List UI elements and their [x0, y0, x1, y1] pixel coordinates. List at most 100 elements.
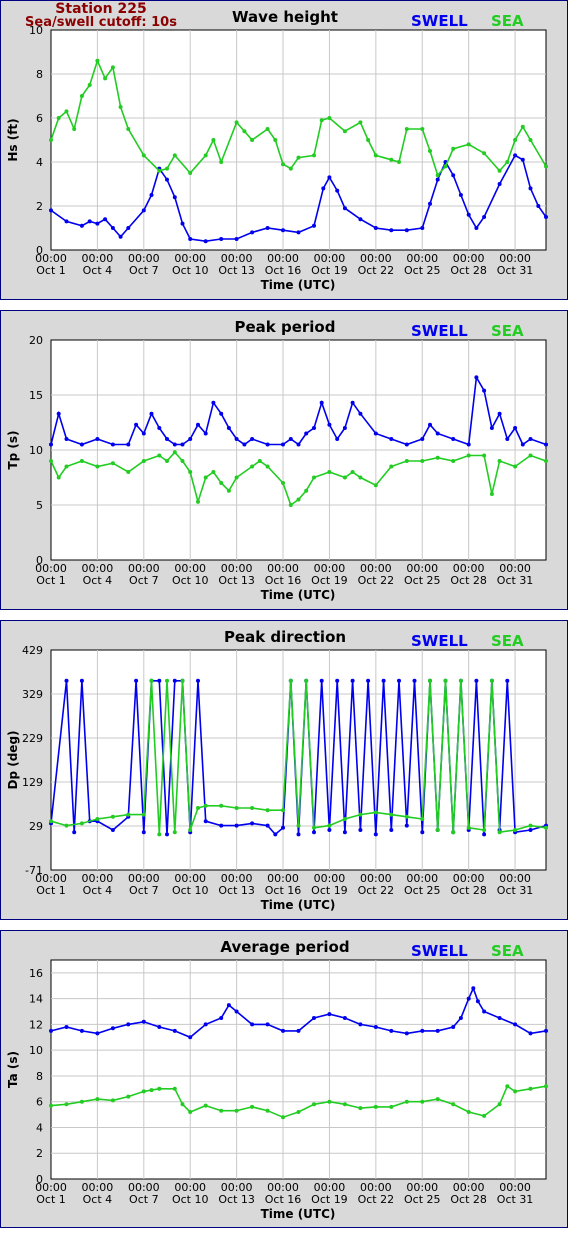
- sea-data-point: [513, 1089, 518, 1094]
- swell-data-point: [49, 1028, 53, 1033]
- x-tick-date-label: Oct 25: [404, 1193, 441, 1206]
- y-tick-label: 429: [22, 644, 43, 657]
- sea-data-point: [288, 166, 293, 171]
- y-axis-label: Hs (ft): [6, 118, 20, 161]
- x-tick-date-label: Oct 1: [36, 1193, 66, 1206]
- sea-data-point: [188, 828, 193, 832]
- sea-data-point: [435, 173, 440, 178]
- y-tick-label: 12: [29, 1018, 43, 1031]
- sea-data-point: [165, 459, 169, 463]
- sea-data-point: [513, 828, 518, 832]
- swell-data-point: [420, 830, 425, 835]
- swell-data-point: [389, 1028, 394, 1033]
- swell-data-point: [118, 234, 123, 239]
- x-tick-date-label: Oct 4: [83, 574, 113, 587]
- sea-data-point: [312, 825, 316, 830]
- swell-data-point: [126, 226, 131, 230]
- swell-data-point: [397, 678, 401, 683]
- swell-data-point: [420, 437, 425, 441]
- x-tick-date-label: Oct 13: [218, 264, 255, 277]
- swell-data-point: [265, 823, 270, 828]
- swell-data-point: [281, 1028, 285, 1033]
- sea-data-point: [358, 120, 363, 125]
- x-axis-label: Time (UTC): [261, 1207, 336, 1221]
- swell-data-point: [250, 437, 255, 441]
- swell-data-point: [435, 1028, 440, 1033]
- sea-data-point: [126, 470, 131, 474]
- sea-data-point: [219, 481, 224, 485]
- swell-data-point: [188, 237, 193, 241]
- sea-data-point: [110, 814, 115, 819]
- sea-data-point: [544, 825, 548, 830]
- swell-data-point: [404, 228, 409, 233]
- sea-data-point: [180, 678, 185, 683]
- sea-data-point: [203, 153, 208, 158]
- y-axis-label: Ta (s): [6, 1051, 20, 1088]
- sea-data-point: [188, 1110, 193, 1114]
- sea-data-point: [420, 459, 425, 463]
- swell-data-point: [428, 201, 432, 206]
- station-header: Station 225 Sea/swell cutoff: 10s: [1, 1, 201, 30]
- x-tick-date-label: Oct 31: [497, 574, 534, 587]
- sea-data-point: [404, 814, 409, 819]
- swell-data-point: [165, 832, 169, 837]
- swell-data-point: [172, 442, 177, 447]
- swell-data-point: [110, 828, 115, 832]
- swell-data-point: [95, 437, 100, 441]
- sea-data-point: [497, 459, 502, 463]
- swell-data-point: [172, 1028, 177, 1033]
- sea-data-point: [350, 470, 355, 474]
- swell-data-point: [335, 188, 340, 193]
- sea-data-point: [141, 153, 146, 158]
- swell-data-point: [451, 1025, 456, 1029]
- average-period-chart: 024681012141600:00Oct 100:00Oct 400:00Oc…: [6, 938, 548, 1221]
- sea-data-point: [219, 1108, 224, 1113]
- sea-data-point: [358, 812, 363, 817]
- sea-data-point: [64, 1102, 69, 1107]
- chart-title: Peak direction: [224, 628, 346, 646]
- x-tick-date-label: Oct 22: [358, 574, 395, 587]
- sea-data-point: [312, 153, 316, 158]
- chart-title: Wave height: [232, 8, 338, 26]
- sea-data-point: [435, 1097, 440, 1102]
- swell-data-point: [172, 195, 177, 200]
- sea-data-point: [296, 1110, 301, 1114]
- x-tick-date-label: Oct 7: [129, 264, 159, 277]
- x-tick-date-label: Oct 16: [265, 574, 302, 587]
- swell-data-point: [126, 1022, 131, 1027]
- sea-data-point: [64, 464, 69, 469]
- swell-data-point: [513, 426, 518, 430]
- sea-data-point: [203, 803, 208, 808]
- sea-data-point: [250, 1104, 255, 1109]
- sea-data-point: [373, 153, 378, 158]
- swell-data-point: [157, 678, 162, 683]
- swell-data-point: [95, 1031, 100, 1036]
- swell-data-point: [420, 226, 425, 230]
- sea-data-point: [149, 678, 154, 683]
- sea-data-point: [126, 127, 131, 131]
- x-tick-date-label: Oct 16: [265, 264, 302, 277]
- y-tick-label: 2: [36, 200, 43, 213]
- sea-data-point: [165, 166, 169, 171]
- sea-data-point: [482, 828, 487, 832]
- sea-data-point: [64, 109, 69, 114]
- sea-data-point: [296, 155, 301, 160]
- sea-data-point: [157, 1086, 162, 1091]
- legend-sea: SEA: [491, 12, 524, 30]
- sea-data-point: [141, 812, 146, 817]
- x-tick-date-label: Oct 28: [450, 574, 487, 587]
- sea-data-point: [242, 129, 247, 134]
- x-tick-date-label: Oct 19: [311, 884, 348, 897]
- sea-data-point: [157, 832, 162, 837]
- swell-data-point: [335, 678, 340, 683]
- sea-data-point: [141, 459, 146, 463]
- swell-data-point: [520, 442, 525, 447]
- sea-data-point: [327, 470, 332, 474]
- peak-period-chart: 0510152000:00Oct 100:00Oct 400:00Oct 700…: [6, 318, 548, 602]
- legend-sea: SEA: [491, 942, 524, 960]
- y-axis-label: Tp (s): [6, 430, 20, 469]
- sea-data-point: [404, 459, 409, 463]
- sea-data-point: [505, 1084, 510, 1089]
- sea-data-point: [466, 825, 471, 830]
- sea-data-point: [118, 105, 123, 109]
